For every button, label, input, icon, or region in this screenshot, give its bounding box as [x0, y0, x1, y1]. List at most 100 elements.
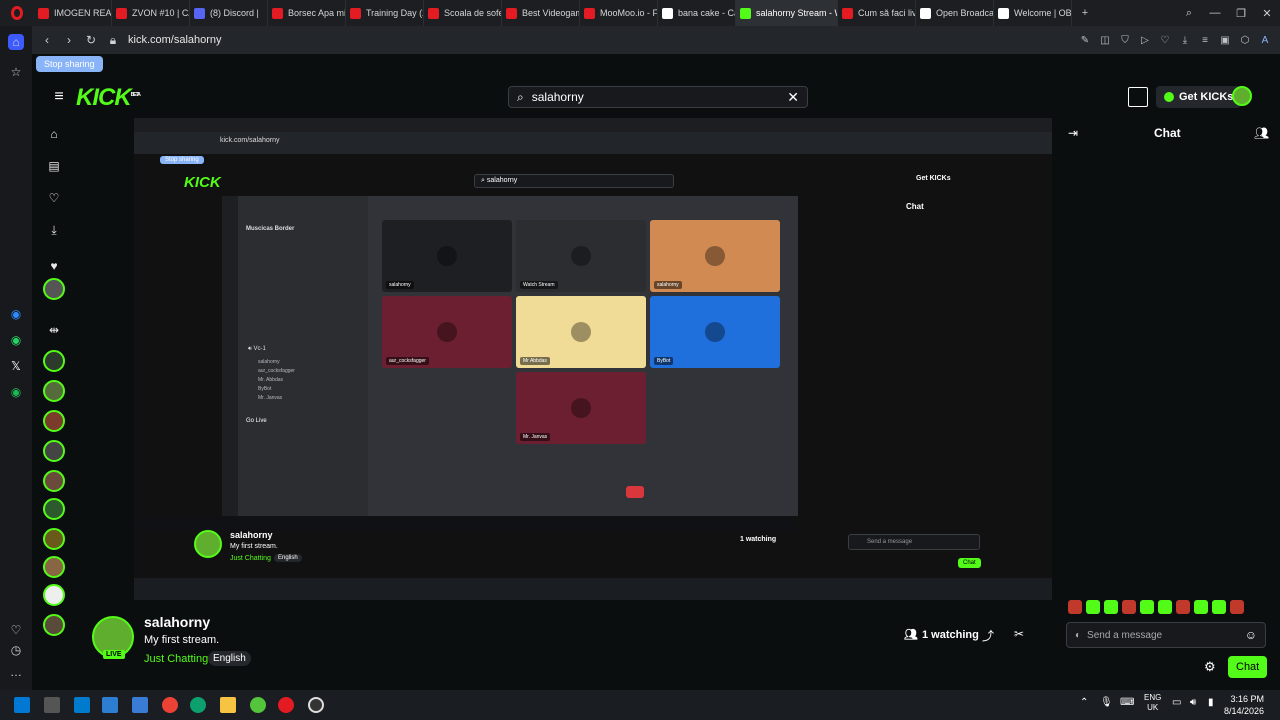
favorites-icon[interactable]: ♥: [46, 258, 62, 274]
windows-start-icon[interactable]: [14, 697, 30, 713]
vscode-icon[interactable]: [74, 697, 90, 713]
layout-toggle-icon[interactable]: [1128, 87, 1148, 107]
kick-logo[interactable]: KICKBETA: [76, 84, 141, 112]
browser-tab[interactable]: bana cake - Cău: [658, 0, 736, 26]
channel-avatar[interactable]: [43, 528, 65, 550]
extensions-icon[interactable]: ⬡: [1238, 33, 1252, 47]
volume-icon[interactable]: 🔊︎: [1190, 697, 1206, 713]
emote-icon[interactable]: [1122, 600, 1136, 614]
browser-tab[interactable]: Training Day (20: [346, 0, 424, 26]
emote-icon[interactable]: [1140, 600, 1154, 614]
browser-tab[interactable]: Scoala de soferi: [424, 0, 502, 26]
channel-avatar[interactable]: [43, 556, 65, 578]
emote-icon[interactable]: [1158, 600, 1172, 614]
browser-tab[interactable]: salahorny Stream - Watch: [736, 0, 838, 26]
emote-icon[interactable]: [1068, 600, 1082, 614]
emote-icon[interactable]: [1194, 600, 1208, 614]
channel-avatar[interactable]: [43, 278, 65, 300]
back-button[interactable]: ‹: [36, 29, 58, 51]
home-icon[interactable]: ⌂: [46, 126, 62, 142]
store-icon[interactable]: [132, 697, 148, 713]
shield-icon[interactable]: ⛉: [1118, 33, 1132, 47]
heart-icon[interactable]: ♡: [8, 622, 24, 638]
download-icon[interactable]: ⤓: [1178, 33, 1192, 47]
collapse-chat-icon[interactable]: ⇥: [1068, 126, 1078, 140]
search-tabs-icon[interactable]: ⌕: [1176, 0, 1202, 26]
chat-settings-icon[interactable]: ⚙: [1204, 659, 1216, 675]
browser-tab[interactable]: Cum să faci live: [838, 0, 916, 26]
channel-avatar[interactable]: [43, 350, 65, 372]
app-icon[interactable]: [250, 697, 266, 713]
microphone-icon[interactable]: 🎙︎: [1100, 697, 1116, 713]
obs-icon[interactable]: [308, 697, 324, 713]
user-avatar[interactable]: [1232, 86, 1252, 106]
home-icon[interactable]: ⌂: [8, 34, 24, 50]
url-field[interactable]: kick.com/salahorny: [128, 34, 222, 46]
send-chat-button[interactable]: Chat: [1228, 656, 1268, 678]
star-icon[interactable]: ☆: [8, 64, 24, 80]
browse-icon[interactable]: ▤: [46, 158, 62, 174]
chat-users-icon[interactable]: 👥︎: [1254, 126, 1269, 140]
browser-tab[interactable]: ZVON #10 | CA: [112, 0, 190, 26]
input-language[interactable]: ENG UK: [1144, 693, 1161, 713]
hamburger-menu-icon[interactable]: ≡: [48, 86, 70, 108]
messenger-icon[interactable]: ◉: [8, 306, 24, 322]
forward-button[interactable]: ›: [58, 29, 80, 51]
search-input[interactable]: ⌕ salahorny ✕: [508, 86, 808, 108]
wallet-icon[interactable]: ▣: [1218, 33, 1232, 47]
close-window-button[interactable]: ✕: [1254, 0, 1280, 26]
stream-category[interactable]: Just Chatting: [144, 653, 208, 665]
channel-avatar[interactable]: [43, 380, 65, 402]
channel-avatar[interactable]: [43, 410, 65, 432]
channel-avatar[interactable]: [43, 440, 65, 462]
edit-icon[interactable]: ✎: [1078, 33, 1092, 47]
get-kicks-button[interactable]: Get KICKs: [1156, 86, 1242, 108]
emote-icon[interactable]: [1212, 600, 1226, 614]
browser-tab[interactable]: Borsec Apa min: [268, 0, 346, 26]
app-icon[interactable]: [102, 697, 118, 713]
browser-tab[interactable]: Best Videogame: [502, 0, 580, 26]
stop-sharing-button[interactable]: Stop sharing: [36, 56, 103, 72]
emoji-icon[interactable]: ☺: [1245, 628, 1257, 642]
keyboard-icon[interactable]: ⌨: [1120, 697, 1136, 713]
channel-avatar[interactable]: [43, 614, 65, 636]
aria-icon[interactable]: A: [1258, 33, 1272, 47]
emote-icon[interactable]: [1230, 600, 1244, 614]
collapse-icon[interactable]: ⇹: [46, 322, 62, 338]
emote-icon[interactable]: [1104, 600, 1118, 614]
system-clock[interactable]: 3:16 PM 8/14/2026: [1224, 693, 1264, 717]
x-icon[interactable]: 𝕏: [8, 358, 24, 374]
channel-avatar[interactable]: [43, 498, 65, 520]
clear-search-icon[interactable]: ✕: [787, 89, 799, 106]
play-icon[interactable]: ▷: [1138, 33, 1152, 47]
minimize-button[interactable]: —: [1202, 0, 1228, 26]
battery-icon[interactable]: ▮: [1208, 697, 1224, 713]
camera-icon[interactable]: ◫: [1098, 33, 1112, 47]
emote-icon[interactable]: [1176, 600, 1190, 614]
chat-badge-icon[interactable]: ◐: [1075, 630, 1081, 641]
task-view-icon[interactable]: [44, 697, 60, 713]
browser-tab[interactable]: (8) Discord |: [190, 0, 268, 26]
browser-tab[interactable]: Open Broadcast: [916, 0, 994, 26]
browser-tab[interactable]: Welcome | OBS: [994, 0, 1072, 26]
download-icon[interactable]: ⤓: [46, 222, 62, 238]
share-icon[interactable]: ⤴: [982, 627, 994, 644]
clip-icon[interactable]: ✂: [1014, 627, 1024, 641]
maximize-button[interactable]: ❐: [1228, 0, 1254, 26]
spotify-icon[interactable]: ◉: [8, 384, 24, 400]
following-icon[interactable]: ♡: [46, 190, 62, 206]
edge-icon[interactable]: [190, 697, 206, 713]
network-icon[interactable]: ▭: [1172, 697, 1188, 713]
emote-icon[interactable]: [1086, 600, 1100, 614]
new-tab-button[interactable]: +: [1072, 0, 1098, 26]
menu-icon[interactable]: ≡: [1198, 33, 1212, 47]
channel-avatar[interactable]: [43, 584, 65, 606]
video-player[interactable]: kick.com/salahorny Stop sharing KICK ⌕ s…: [134, 118, 1052, 600]
tray-chevron-icon[interactable]: ⌃: [1080, 697, 1096, 713]
reload-button[interactable]: ↻: [80, 29, 102, 51]
chrome-icon[interactable]: [162, 697, 178, 713]
heart-icon[interactable]: ♡: [1158, 33, 1172, 47]
streamer-name[interactable]: salahorny: [144, 614, 210, 630]
opera-menu-button[interactable]: [0, 0, 34, 26]
history-icon[interactable]: ◷: [8, 642, 24, 658]
